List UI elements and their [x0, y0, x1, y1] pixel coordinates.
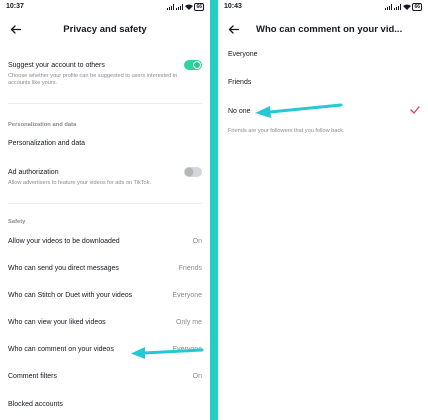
signal-icon	[176, 3, 184, 10]
safety-item-value: Only me	[175, 319, 202, 326]
page-title: Who can comment on your vid...	[256, 23, 403, 35]
option-label: Friends	[228, 79, 252, 86]
safety-item-label: Blocked accounts	[8, 401, 63, 408]
safety-item-label: Who can send you direct messages	[8, 265, 119, 272]
signal-icon	[385, 3, 393, 10]
signal-icon	[394, 3, 402, 10]
header: Who can comment on your vid...	[218, 13, 428, 45]
suggest-account-description: Choose whether your profile can be sugge…	[8, 73, 178, 86]
status-bar: 10:43 66	[218, 0, 428, 13]
option-everyone[interactable]: Everyone	[228, 51, 420, 58]
safety-item-label: Who can Stitch or Duet with your videos	[8, 292, 133, 299]
annotation-arrow-icon	[131, 347, 204, 359]
back-arrow-icon[interactable]	[226, 22, 240, 36]
status-bar: 10:37 66	[0, 0, 210, 13]
safety-item-label: Allow your videos to be downloaded	[8, 238, 120, 245]
header: Privacy and safety	[0, 13, 210, 45]
signal-icon	[167, 3, 175, 10]
ad-authorization-toggle[interactable]	[184, 167, 202, 177]
suggest-account-toggle[interactable]	[184, 60, 202, 70]
safety-item-value: Everyone	[172, 292, 202, 299]
wifi-icon	[185, 4, 194, 10]
option-note: Friends are your followers that you foll…	[228, 128, 345, 134]
ad-authorization-description: Allow advertisers to feature your videos…	[8, 180, 152, 186]
personalization-data-label: Personalization and data	[8, 140, 86, 147]
section-header-safety: Safety	[8, 219, 26, 225]
option-friends[interactable]: Friends	[228, 79, 420, 86]
battery-icon: 66	[412, 2, 422, 11]
suggest-account-row[interactable]: Suggest your account to others	[8, 60, 202, 70]
safety-item-label: Who can comment on your videos	[8, 346, 114, 353]
personalization-data-item[interactable]: Personalization and data	[8, 140, 202, 147]
suggest-account-label: Suggest your account to others	[8, 61, 105, 69]
option-label: No one	[228, 107, 251, 115]
ad-authorization-row[interactable]: Ad authorization	[8, 167, 202, 177]
safety-item-comment-filters[interactable]: Comment filters On	[8, 373, 202, 380]
comment-permission-screen: 10:43 66 Who can comment on your vid... …	[218, 0, 428, 420]
ad-authorization-label: Ad authorization	[8, 168, 59, 176]
option-label: Everyone	[228, 51, 258, 58]
check-icon	[410, 106, 420, 116]
safety-item-blocked-accounts[interactable]: Blocked accounts	[8, 401, 202, 408]
safety-item-stitch-duet[interactable]: Who can Stitch or Duet with your videos …	[8, 292, 202, 299]
status-time: 10:43	[224, 3, 242, 10]
divider	[8, 103, 202, 104]
safety-item-direct-messages[interactable]: Who can send you direct messages Friends	[8, 265, 202, 272]
status-time: 10:37	[6, 3, 24, 10]
wifi-icon	[403, 4, 412, 10]
battery-icon: 66	[194, 2, 204, 11]
section-header-personalization: Personalization and data	[8, 122, 77, 128]
safety-item-value: Friends	[178, 265, 202, 272]
back-arrow-icon[interactable]	[8, 22, 22, 36]
safety-item-label: Who can view your liked videos	[8, 319, 106, 326]
privacy-safety-screen: 10:37 66 Privacy and safety Suggest your…	[0, 0, 210, 420]
safety-item-liked-videos[interactable]: Who can view your liked videos Only me	[8, 319, 202, 326]
page-title: Privacy and safety	[63, 23, 147, 35]
annotation-arrow-icon	[255, 103, 343, 118]
safety-item-value: On	[192, 238, 202, 245]
safety-item-value: On	[192, 373, 202, 380]
safety-item-label: Comment filters	[8, 373, 58, 380]
divider	[8, 203, 202, 204]
safety-item-download[interactable]: Allow your videos to be downloaded On	[8, 238, 202, 245]
